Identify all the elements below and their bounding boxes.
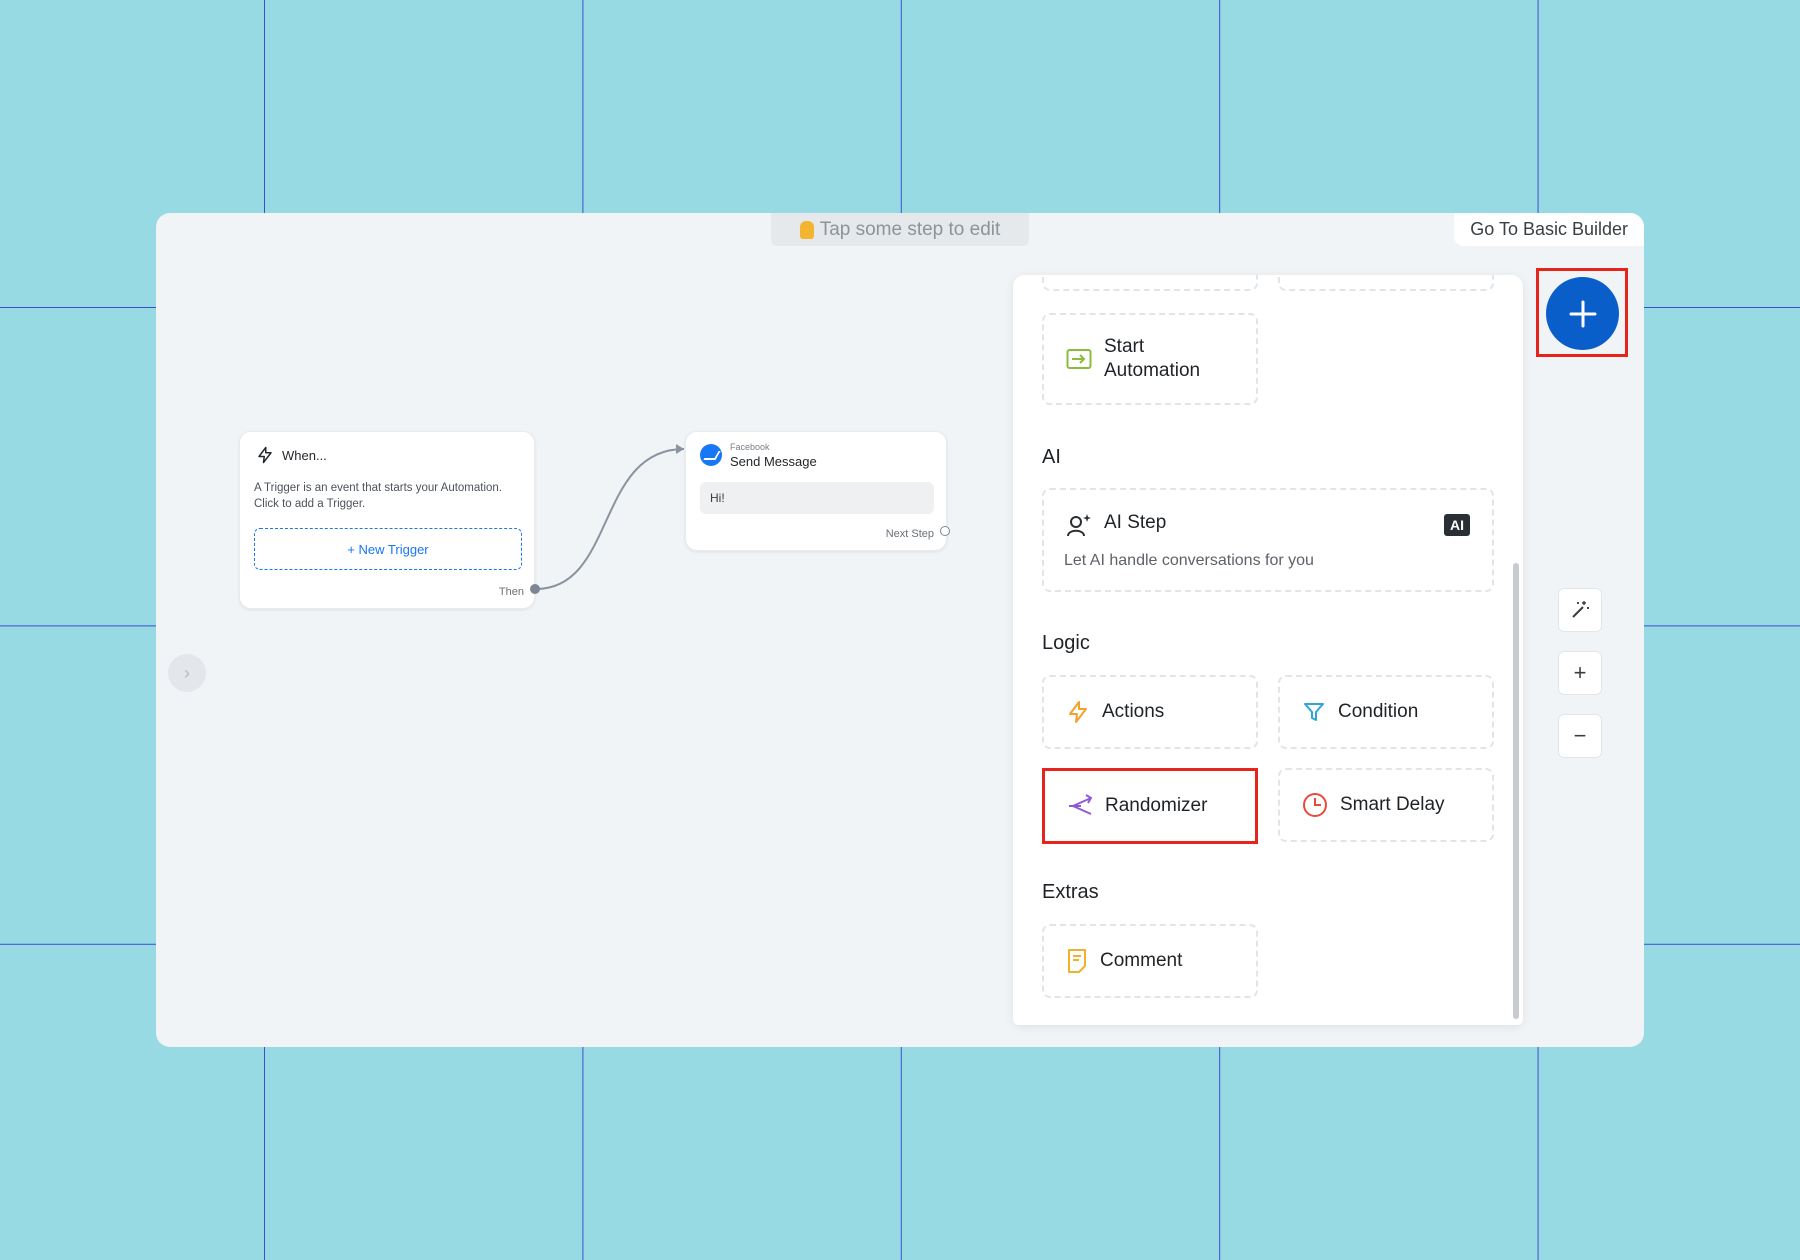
randomizer-card[interactable]: Randomizer bbox=[1042, 768, 1258, 844]
partial-card[interactable] bbox=[1278, 275, 1494, 291]
panel-scrollbar[interactable] bbox=[1513, 563, 1519, 1019]
add-step-highlight bbox=[1536, 268, 1628, 357]
go-to-basic-builder-button[interactable]: Go To Basic Builder bbox=[1454, 213, 1644, 246]
condition-label: Condition bbox=[1338, 701, 1419, 722]
smart-delay-label: Smart Delay bbox=[1340, 794, 1445, 815]
trigger-description: A Trigger is an event that starts your A… bbox=[254, 482, 503, 510]
actions-label: Actions bbox=[1102, 701, 1165, 722]
then-label: Then bbox=[498, 586, 524, 598]
steps-panel: Start Automation AI AI Step AI Let AI ha… bbox=[1013, 275, 1523, 1025]
magic-wand-button[interactable] bbox=[1558, 588, 1602, 632]
next-step-port[interactable] bbox=[940, 526, 950, 536]
add-step-button[interactable] bbox=[1546, 277, 1619, 350]
trigger-node[interactable]: When... A Trigger is an event that start… bbox=[239, 431, 535, 609]
comment-card[interactable]: Comment bbox=[1042, 924, 1258, 998]
node-title: Send Message bbox=[730, 454, 817, 469]
comment-icon bbox=[1068, 949, 1086, 973]
send-message-node[interactable]: Facebook Send Message Hi! Next Step bbox=[685, 431, 947, 551]
actions-lightning-icon bbox=[1069, 701, 1087, 723]
lightning-icon bbox=[258, 446, 272, 464]
edit-hint-text: Tap some step to edit bbox=[819, 218, 1001, 240]
node-platform: Facebook bbox=[730, 442, 770, 452]
comment-label: Comment bbox=[1100, 950, 1183, 971]
edit-hint: Tap some step to edit bbox=[771, 213, 1029, 246]
extras-section-title: Extras bbox=[1042, 881, 1099, 903]
automation-builder: Tap some step to edit Go To Basic Builde… bbox=[156, 213, 1644, 1047]
ai-section-title: AI bbox=[1042, 446, 1061, 468]
start-automation-label: Start Automation bbox=[1104, 336, 1201, 381]
zoom-out-icon: − bbox=[1573, 723, 1587, 748]
randomizer-icon bbox=[1069, 794, 1093, 815]
clock-icon bbox=[1303, 793, 1327, 817]
start-automation-card[interactable]: Start Automation bbox=[1042, 313, 1258, 405]
hand-pointing-down-icon bbox=[799, 220, 814, 239]
start-automation-icon bbox=[1066, 349, 1092, 369]
actions-card[interactable]: Actions bbox=[1042, 675, 1258, 749]
chevron-right-icon: › bbox=[184, 662, 190, 683]
ai-person-icon bbox=[1067, 514, 1091, 537]
then-port[interactable] bbox=[530, 584, 540, 594]
zoom-in-icon: + bbox=[1573, 660, 1587, 685]
message-bubble: Hi! bbox=[700, 482, 934, 514]
partial-card[interactable] bbox=[1042, 275, 1258, 291]
zoom-out-button[interactable]: − bbox=[1558, 714, 1602, 758]
trigger-header: When... bbox=[256, 446, 327, 464]
ai-step-subtitle: Let AI handle conversations for you bbox=[1064, 552, 1314, 569]
plus-icon bbox=[1569, 300, 1596, 327]
next-step-label: Next Step bbox=[885, 528, 934, 540]
smart-delay-card[interactable]: Smart Delay bbox=[1278, 768, 1494, 842]
messenger-icon bbox=[700, 444, 722, 466]
filter-icon bbox=[1304, 703, 1324, 721]
condition-card[interactable]: Condition bbox=[1278, 675, 1494, 749]
randomizer-label: Randomizer bbox=[1105, 795, 1208, 816]
new-trigger-button[interactable]: + New Trigger bbox=[254, 528, 522, 570]
ai-step-label: AI Step bbox=[1104, 512, 1167, 533]
zoom-in-button[interactable]: + bbox=[1558, 651, 1602, 695]
trigger-title: When... bbox=[282, 447, 327, 463]
ai-step-card[interactable]: AI Step AI Let AI handle conversations f… bbox=[1042, 488, 1494, 592]
ai-badge: AI bbox=[1444, 514, 1470, 536]
logic-section-title: Logic bbox=[1042, 632, 1090, 654]
magic-wand-icon bbox=[1572, 601, 1589, 618]
expand-sidebar-button[interactable]: › bbox=[168, 654, 206, 692]
